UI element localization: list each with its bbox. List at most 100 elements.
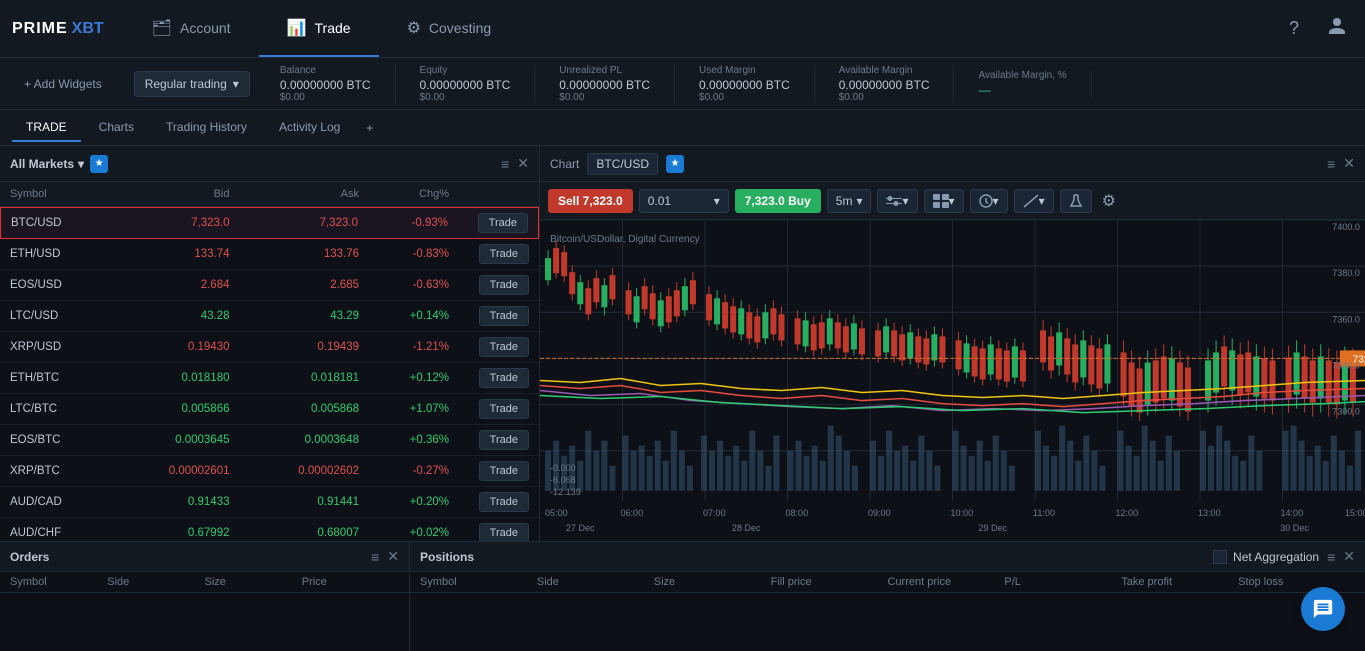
trade-button[interactable]: Trade: [478, 213, 528, 233]
indicator-button[interactable]: ▾: [877, 189, 917, 213]
draw-line-button[interactable]: ▾: [1014, 189, 1054, 213]
trade-button[interactable]: Trade: [479, 523, 529, 541]
all-markets-button[interactable]: All Markets ▾: [10, 157, 84, 171]
svg-text:09:00: 09:00: [868, 508, 891, 518]
positions-columns: Symbol Side Size Fill price Current pric…: [410, 572, 1365, 593]
chart-area[interactable]: 7323.0 7400.0 7380.0 7360.0 7340.0 7300.…: [540, 220, 1365, 541]
table-row[interactable]: XRP/BTC 0.00002601 0.00002602 -0.27% Tra…: [0, 456, 539, 487]
positions-panel-title: Positions: [420, 550, 474, 564]
table-row[interactable]: AUD/CAD 0.91433 0.91441 +0.20% Trade: [0, 487, 539, 518]
add-widgets-button[interactable]: + Add Widgets: [12, 71, 114, 97]
trade-button[interactable]: Trade: [479, 492, 529, 512]
chart-symbol-btn[interactable]: ★: [666, 155, 684, 173]
cell-action: Trade: [448, 213, 528, 233]
main-area: TRADE Charts Trading History Activity Lo…: [0, 110, 1365, 651]
chevron-down-icon: ▾: [1039, 194, 1045, 208]
tab-trade[interactable]: TRADE: [12, 114, 81, 142]
logo-xbt: XBT: [72, 20, 104, 38]
market-panel: All Markets ▾ ★ ≡ ✕ Symbol Bid Ask Chg%: [0, 146, 540, 541]
cell-ask: 0.018181: [230, 372, 360, 384]
svg-text:11:00: 11:00: [1033, 508, 1055, 518]
stat-available-margin: Available Margin 0.00000000 BTC $0.00: [815, 65, 955, 103]
checkbox-box[interactable]: [1213, 550, 1227, 564]
stat-balance-label: Balance: [280, 65, 371, 76]
cell-bid: 2.684: [100, 279, 230, 291]
tab-charts[interactable]: Charts: [85, 114, 148, 142]
orders-col-size: Size: [205, 576, 302, 588]
quantity-input[interactable]: 0.01 ▾: [639, 189, 729, 213]
chat-bubble[interactable]: [1301, 587, 1345, 631]
chevron-down-icon: ▾: [233, 77, 239, 91]
svg-text:-0.000: -0.000: [550, 463, 576, 473]
time-button[interactable]: ▾: [970, 189, 1008, 213]
tab-activity-log[interactable]: Activity Log: [265, 114, 354, 142]
cell-chg: +0.36%: [359, 434, 449, 446]
trade-button[interactable]: Trade: [479, 275, 529, 295]
trade-button[interactable]: Trade: [479, 461, 529, 481]
cell-chg: -0.63%: [359, 279, 449, 291]
orders-close-icon[interactable]: ✕: [387, 548, 399, 565]
trading-mode-select[interactable]: Regular trading ▾: [134, 71, 250, 97]
nav-tab-covesting[interactable]: ⚙ Covesting: [379, 0, 520, 57]
bottom-panels: Orders ≡ ✕ Symbol Side Size Price Positi…: [0, 541, 1365, 651]
interval-selector[interactable]: 5m ▾: [827, 189, 872, 213]
orders-panel: Orders ≡ ✕ Symbol Side Size Price: [0, 542, 410, 651]
cell-ask: 0.19439: [230, 341, 360, 353]
trade-button[interactable]: Trade: [479, 368, 529, 388]
table-row[interactable]: ETH/BTC 0.018180 0.018181 +0.12% Trade: [0, 363, 539, 394]
positions-close-icon[interactable]: ✕: [1343, 548, 1355, 565]
table-row[interactable]: XRP/USD 0.19430 0.19439 -1.21% Trade: [0, 332, 539, 363]
account-icon: 🗂: [152, 18, 172, 38]
table-row[interactable]: EOS/USD 2.684 2.685 -0.63% Trade: [0, 270, 539, 301]
settings-button[interactable]: ⚙: [1098, 187, 1120, 215]
nav-tab-account[interactable]: 🗂 Account: [124, 0, 259, 57]
svg-text:7400.0: 7400.0: [1332, 222, 1360, 232]
add-tab-button[interactable]: +: [358, 117, 381, 139]
layout-button[interactable]: ▾: [924, 189, 964, 213]
pos-col-size: Size: [654, 576, 771, 588]
table-row[interactable]: LTC/USD 43.28 43.29 +0.14% Trade: [0, 301, 539, 332]
chart-menu-icon[interactable]: ≡: [1327, 156, 1335, 172]
help-button[interactable]: ?: [1283, 12, 1305, 45]
nav-tab-trade[interactable]: 📊 Trade: [259, 0, 379, 57]
trade-button[interactable]: Trade: [479, 244, 529, 264]
pos-col-current: Current price: [888, 576, 1005, 588]
orders-menu-icon[interactable]: ≡: [371, 549, 379, 565]
trade-button[interactable]: Trade: [479, 399, 529, 419]
trade-button[interactable]: Trade: [479, 337, 529, 357]
cell-chg: +0.14%: [359, 310, 449, 322]
table-row[interactable]: AUD/CHF 0.67992 0.68007 +0.02% Trade: [0, 518, 539, 541]
sell-button[interactable]: Sell 7,323.0: [548, 189, 633, 213]
interval-value: 5m: [836, 194, 853, 208]
chart-symbol-selector[interactable]: BTC/USD: [587, 153, 658, 175]
pos-col-side: Side: [537, 576, 654, 588]
user-button[interactable]: [1321, 10, 1353, 47]
chart-close-icon[interactable]: ✕: [1343, 155, 1355, 172]
net-aggregation-checkbox[interactable]: Net Aggregation: [1213, 550, 1319, 564]
cell-action: Trade: [449, 430, 529, 450]
orders-panel-title: Orders: [10, 550, 49, 564]
cell-symbol: XRP/USD: [10, 341, 100, 353]
trade-button[interactable]: Trade: [479, 306, 529, 326]
positions-menu-icon[interactable]: ≡: [1327, 549, 1335, 565]
panel-menu-icon[interactable]: ≡: [501, 156, 509, 172]
buy-button[interactable]: 7,323.0 Buy: [735, 189, 821, 213]
table-row[interactable]: LTC/BTC 0.005866 0.005868 +1.07% Trade: [0, 394, 539, 425]
table-row[interactable]: EOS/BTC 0.0003645 0.0003648 +0.36% Trade: [0, 425, 539, 456]
flask-button[interactable]: [1060, 189, 1092, 213]
panel-close-icon[interactable]: ✕: [517, 155, 529, 172]
pos-col-takeprofit: Take profit: [1121, 576, 1238, 588]
table-row[interactable]: BTC/USD 7,323.0 7,323.0 -0.93% Trade: [0, 207, 539, 239]
market-filter-button[interactable]: ★: [90, 155, 108, 173]
tab-trading-history[interactable]: Trading History: [152, 114, 261, 142]
table-row[interactable]: ETH/USD 133.74 133.76 -0.83% Trade: [0, 239, 539, 270]
cell-action: Trade: [449, 244, 529, 264]
stat-equity-value: 0.00000000 BTC: [420, 78, 511, 92]
trade-button[interactable]: Trade: [479, 430, 529, 450]
svg-text:05:00: 05:00: [545, 508, 568, 518]
all-markets-label: All Markets: [10, 157, 74, 171]
nav-tabs: 🗂 Account 📊 Trade ⚙ Covesting: [124, 0, 520, 57]
stat-unrealized-pl: Unrealized PL 0.00000000 BTC $0.00: [535, 65, 675, 103]
col-ask: Ask: [230, 188, 360, 200]
cell-bid: 0.67992: [100, 527, 230, 539]
